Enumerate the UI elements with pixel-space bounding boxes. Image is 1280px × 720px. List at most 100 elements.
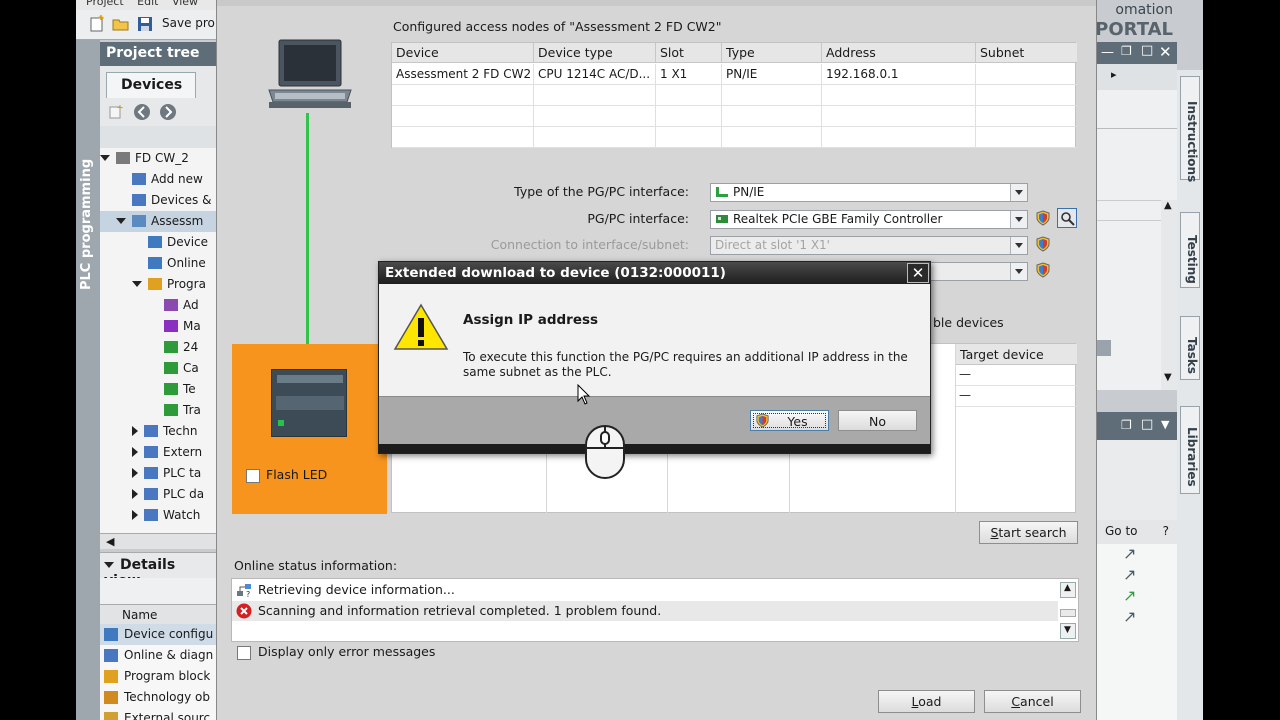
back-icon[interactable] — [133, 103, 151, 121]
scroll-down-button[interactable]: ▼ — [1060, 623, 1076, 639]
table-cell[interactable]: PN/IE — [722, 64, 822, 85]
open-project-icon[interactable] — [112, 15, 130, 33]
go-to-arrow-icon[interactable]: ↗ — [1123, 586, 1136, 605]
tab-devices[interactable]: Devices — [106, 72, 196, 98]
tree-item[interactable]: Progra — [100, 274, 216, 295]
details-item[interactable]: Online & diagn — [100, 645, 216, 666]
flash-led-checkbox[interactable] — [246, 469, 260, 483]
details-item[interactable]: External sourc — [100, 708, 216, 720]
chevron-down-icon[interactable]: ▼ — [1161, 418, 1169, 431]
go-to-arrow-icon[interactable]: ↗ — [1123, 565, 1136, 584]
scroll-down-icon[interactable]: ▼ — [1164, 372, 1172, 383]
tree-item[interactable]: Techn — [100, 421, 216, 442]
maximize-icon[interactable]: □ — [1141, 43, 1153, 58]
target-device-cell[interactable]: — — [959, 367, 971, 381]
scroll-up-icon[interactable]: ▲ — [1164, 200, 1172, 211]
tree-item[interactable]: Online — [100, 253, 216, 274]
dropdown-arrow-icon[interactable] — [1010, 263, 1027, 280]
cancel-button[interactable]: Cancel — [984, 690, 1081, 713]
tree-item[interactable]: Te — [100, 379, 216, 400]
col-type[interactable]: Type — [722, 43, 822, 63]
help-label[interactable]: ? — [1163, 524, 1169, 538]
tree-item[interactable]: Add new — [100, 169, 216, 190]
scroll-up-button[interactable]: ▲ — [1060, 582, 1076, 598]
tree-item[interactable]: FD CW_2 — [100, 148, 216, 169]
add-icon[interactable] — [108, 104, 124, 120]
table-cell[interactable]: 192.168.0.1 — [822, 64, 976, 85]
dropdown-arrow-icon[interactable] — [1010, 211, 1027, 228]
tab-instructions[interactable]: Instructions — [1180, 76, 1200, 182]
yes-button[interactable]: Yes — [750, 410, 829, 431]
shield-icon[interactable] — [1035, 262, 1051, 278]
col-device[interactable]: Device — [392, 43, 534, 63]
tree-item[interactable]: PLC ta — [100, 463, 216, 484]
tree-item[interactable]: Ad — [100, 295, 216, 316]
forward-icon[interactable] — [159, 103, 177, 121]
col-address[interactable]: Address — [822, 43, 976, 63]
collapsed-arrow-icon[interactable] — [132, 426, 138, 436]
collapsed-arrow-icon[interactable] — [132, 489, 138, 499]
tab-libraries[interactable]: Libraries — [1180, 406, 1200, 494]
table-cell[interactable] — [976, 64, 1077, 85]
tab-testing[interactable]: Testing — [1180, 212, 1200, 288]
display-errors-checkbox[interactable] — [237, 646, 251, 660]
collapsed-arrow-icon[interactable] — [132, 510, 138, 520]
connection-select[interactable]: Direct at slot '1 X1' — [710, 236, 1028, 255]
col-device-type[interactable]: Device type — [534, 43, 656, 63]
maximize-icon-2[interactable]: □ — [1141, 417, 1153, 432]
minimize-icon[interactable]: — — [1101, 45, 1114, 60]
details-item[interactable]: Technology ob — [100, 687, 216, 708]
tree-item[interactable]: Extern — [100, 442, 216, 463]
tree-scrollbar[interactable]: ◀ — [100, 533, 216, 549]
tree-item[interactable]: Watch — [100, 505, 216, 526]
details-item[interactable]: Program block — [100, 666, 216, 687]
close-icon[interactable]: ✕ — [1159, 43, 1172, 61]
tree-item[interactable]: Device — [100, 232, 216, 253]
scroll-left-icon[interactable]: ◀ — [106, 535, 114, 548]
search-interface-button[interactable] — [1057, 208, 1077, 228]
tree-item[interactable]: Ma — [100, 316, 216, 337]
expanded-arrow-icon[interactable] — [100, 155, 110, 161]
go-to-arrow-icon[interactable]: ↗ — [1123, 544, 1136, 563]
restore-icon[interactable]: ❐ — [1121, 44, 1132, 58]
col-subnet[interactable]: Subnet — [976, 43, 1077, 63]
plc-programming-tab[interactable]: PLC programming — [76, 40, 100, 720]
shield-icon[interactable] — [1035, 236, 1051, 252]
arrow-right-icon[interactable]: ▸ — [1111, 68, 1117, 81]
tree-item[interactable]: Devices & — [100, 190, 216, 211]
instructions-scrollbar[interactable]: ▲ ▼ — [1161, 200, 1177, 390]
menu-edit[interactable]: Edit — [137, 0, 158, 8]
details-view-header[interactable]: Details view — [100, 552, 216, 589]
scroll-thumb[interactable] — [1060, 609, 1076, 617]
target-device-cell[interactable]: — — [959, 388, 971, 402]
tab-tasks[interactable]: Tasks — [1180, 316, 1200, 380]
collapsed-arrow-icon[interactable] — [132, 447, 138, 457]
restore-icon-2[interactable]: ❐ — [1121, 418, 1132, 432]
table-cell[interactable]: 1 X1 — [656, 64, 722, 85]
load-button[interactable]: Load — [878, 690, 975, 713]
save-project-label[interactable]: Save pro — [162, 16, 215, 30]
col-slot[interactable]: Slot — [656, 43, 722, 63]
tree-item[interactable]: 24 — [100, 337, 216, 358]
tree-item[interactable]: Assessm — [100, 211, 216, 232]
tree-item[interactable]: Ca — [100, 358, 216, 379]
table-cell[interactable]: CPU 1214C AC/D... — [534, 64, 656, 85]
go-to-arrow-icon[interactable]: ↗ — [1123, 607, 1136, 626]
tree-item[interactable]: Tra — [100, 400, 216, 421]
menu-project[interactable]: Project — [86, 0, 124, 8]
details-name-column[interactable]: Name — [100, 604, 216, 624]
tree-item[interactable]: PLC da — [100, 484, 216, 505]
col-target-device[interactable]: Target device — [956, 344, 1077, 365]
menu-view[interactable]: View — [172, 0, 198, 8]
details-item[interactable]: Device configu — [100, 624, 216, 645]
expanded-arrow-icon[interactable] — [132, 281, 142, 287]
collapse-icon[interactable] — [104, 562, 114, 568]
table-cell[interactable]: Assessment 2 FD CW2 — [392, 64, 534, 85]
no-button[interactable]: No — [838, 410, 917, 431]
start-search-button[interactable]: Start search — [979, 521, 1078, 544]
pgpc-type-select[interactable]: PN/IE — [710, 183, 1028, 202]
save-icon[interactable] — [136, 15, 154, 33]
new-project-icon[interactable] — [88, 15, 106, 33]
close-button[interactable]: ✕ — [907, 263, 929, 283]
collapsed-arrow-icon[interactable] — [132, 468, 138, 478]
